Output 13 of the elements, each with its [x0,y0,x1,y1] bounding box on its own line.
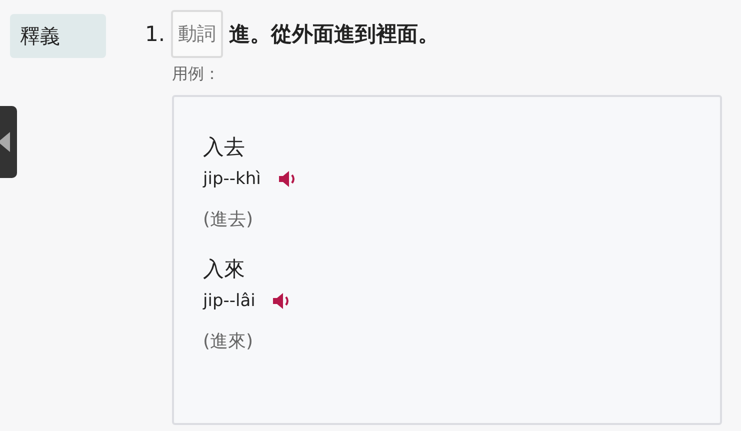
side-panel-toggle[interactable] [0,106,17,178]
translation: (進去) [203,208,254,231]
translation: (進來) [203,330,254,353]
example-word: 入來 [203,256,246,283]
definition-number: 1. [145,22,166,46]
definition-text: 進。從外面進到裡面。 [229,21,440,48]
part-of-speech-tag: 動詞 [171,10,224,58]
romanization: jip--khì [203,169,261,189]
example-word: 入去 [203,134,246,161]
romanization: jip--lâi [203,291,256,311]
examples-label: 用例： [172,64,221,85]
left-triangle-icon [0,132,10,152]
section-label: 釋義 [10,14,106,58]
